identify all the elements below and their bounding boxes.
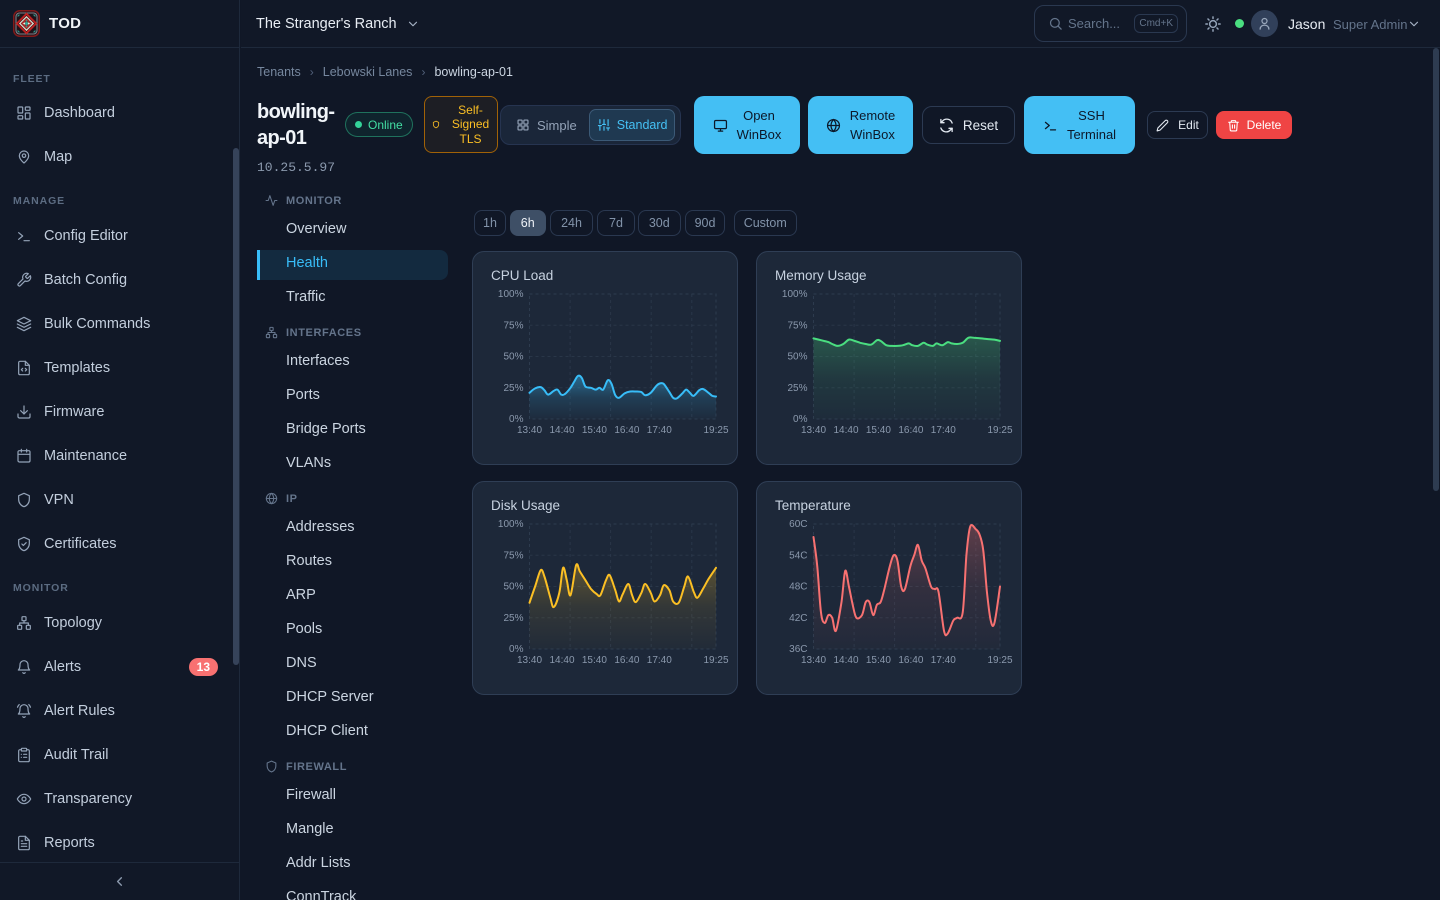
svg-text:75%: 75%: [503, 551, 523, 562]
svg-text:100%: 100%: [782, 289, 808, 300]
svg-text:25%: 25%: [787, 383, 807, 394]
svg-text:19:25: 19:25: [987, 425, 1012, 436]
svg-text:14:40: 14:40: [833, 425, 858, 436]
svg-text:25%: 25%: [503, 613, 523, 624]
svg-text:100%: 100%: [498, 519, 524, 530]
svg-text:19:25: 19:25: [703, 655, 728, 666]
svg-text:50%: 50%: [503, 582, 523, 593]
svg-text:17:40: 17:40: [931, 425, 956, 436]
svg-text:13:40: 13:40: [801, 425, 826, 436]
svg-text:16:40: 16:40: [898, 425, 923, 436]
svg-text:16:40: 16:40: [614, 425, 639, 436]
svg-text:75%: 75%: [503, 321, 523, 332]
svg-text:17:40: 17:40: [931, 655, 956, 666]
svg-text:13:40: 13:40: [517, 655, 542, 666]
svg-text:17:40: 17:40: [647, 655, 672, 666]
svg-text:48C: 48C: [789, 582, 807, 593]
svg-text:54C: 54C: [789, 551, 807, 562]
svg-text:15:40: 15:40: [866, 655, 891, 666]
svg-text:0%: 0%: [509, 644, 524, 655]
svg-text:14:40: 14:40: [549, 425, 574, 436]
svg-text:0%: 0%: [509, 414, 524, 425]
svg-text:19:25: 19:25: [703, 425, 728, 436]
svg-text:0%: 0%: [793, 414, 808, 425]
svg-text:100%: 100%: [498, 289, 524, 300]
svg-text:42C: 42C: [789, 613, 807, 624]
svg-text:14:40: 14:40: [549, 655, 574, 666]
svg-text:13:40: 13:40: [801, 655, 826, 666]
svg-text:14:40: 14:40: [833, 655, 858, 666]
svg-text:50%: 50%: [503, 352, 523, 363]
svg-text:60C: 60C: [789, 519, 807, 530]
svg-text:16:40: 16:40: [614, 655, 639, 666]
svg-text:25%: 25%: [503, 383, 523, 394]
svg-text:15:40: 15:40: [582, 425, 607, 436]
svg-text:15:40: 15:40: [866, 425, 891, 436]
svg-text:19:25: 19:25: [987, 655, 1012, 666]
svg-text:17:40: 17:40: [647, 425, 672, 436]
svg-text:15:40: 15:40: [582, 655, 607, 666]
svg-text:50%: 50%: [787, 352, 807, 363]
svg-text:13:40: 13:40: [517, 425, 542, 436]
svg-text:75%: 75%: [787, 321, 807, 332]
svg-text:16:40: 16:40: [898, 655, 923, 666]
svg-text:36C: 36C: [789, 644, 807, 655]
